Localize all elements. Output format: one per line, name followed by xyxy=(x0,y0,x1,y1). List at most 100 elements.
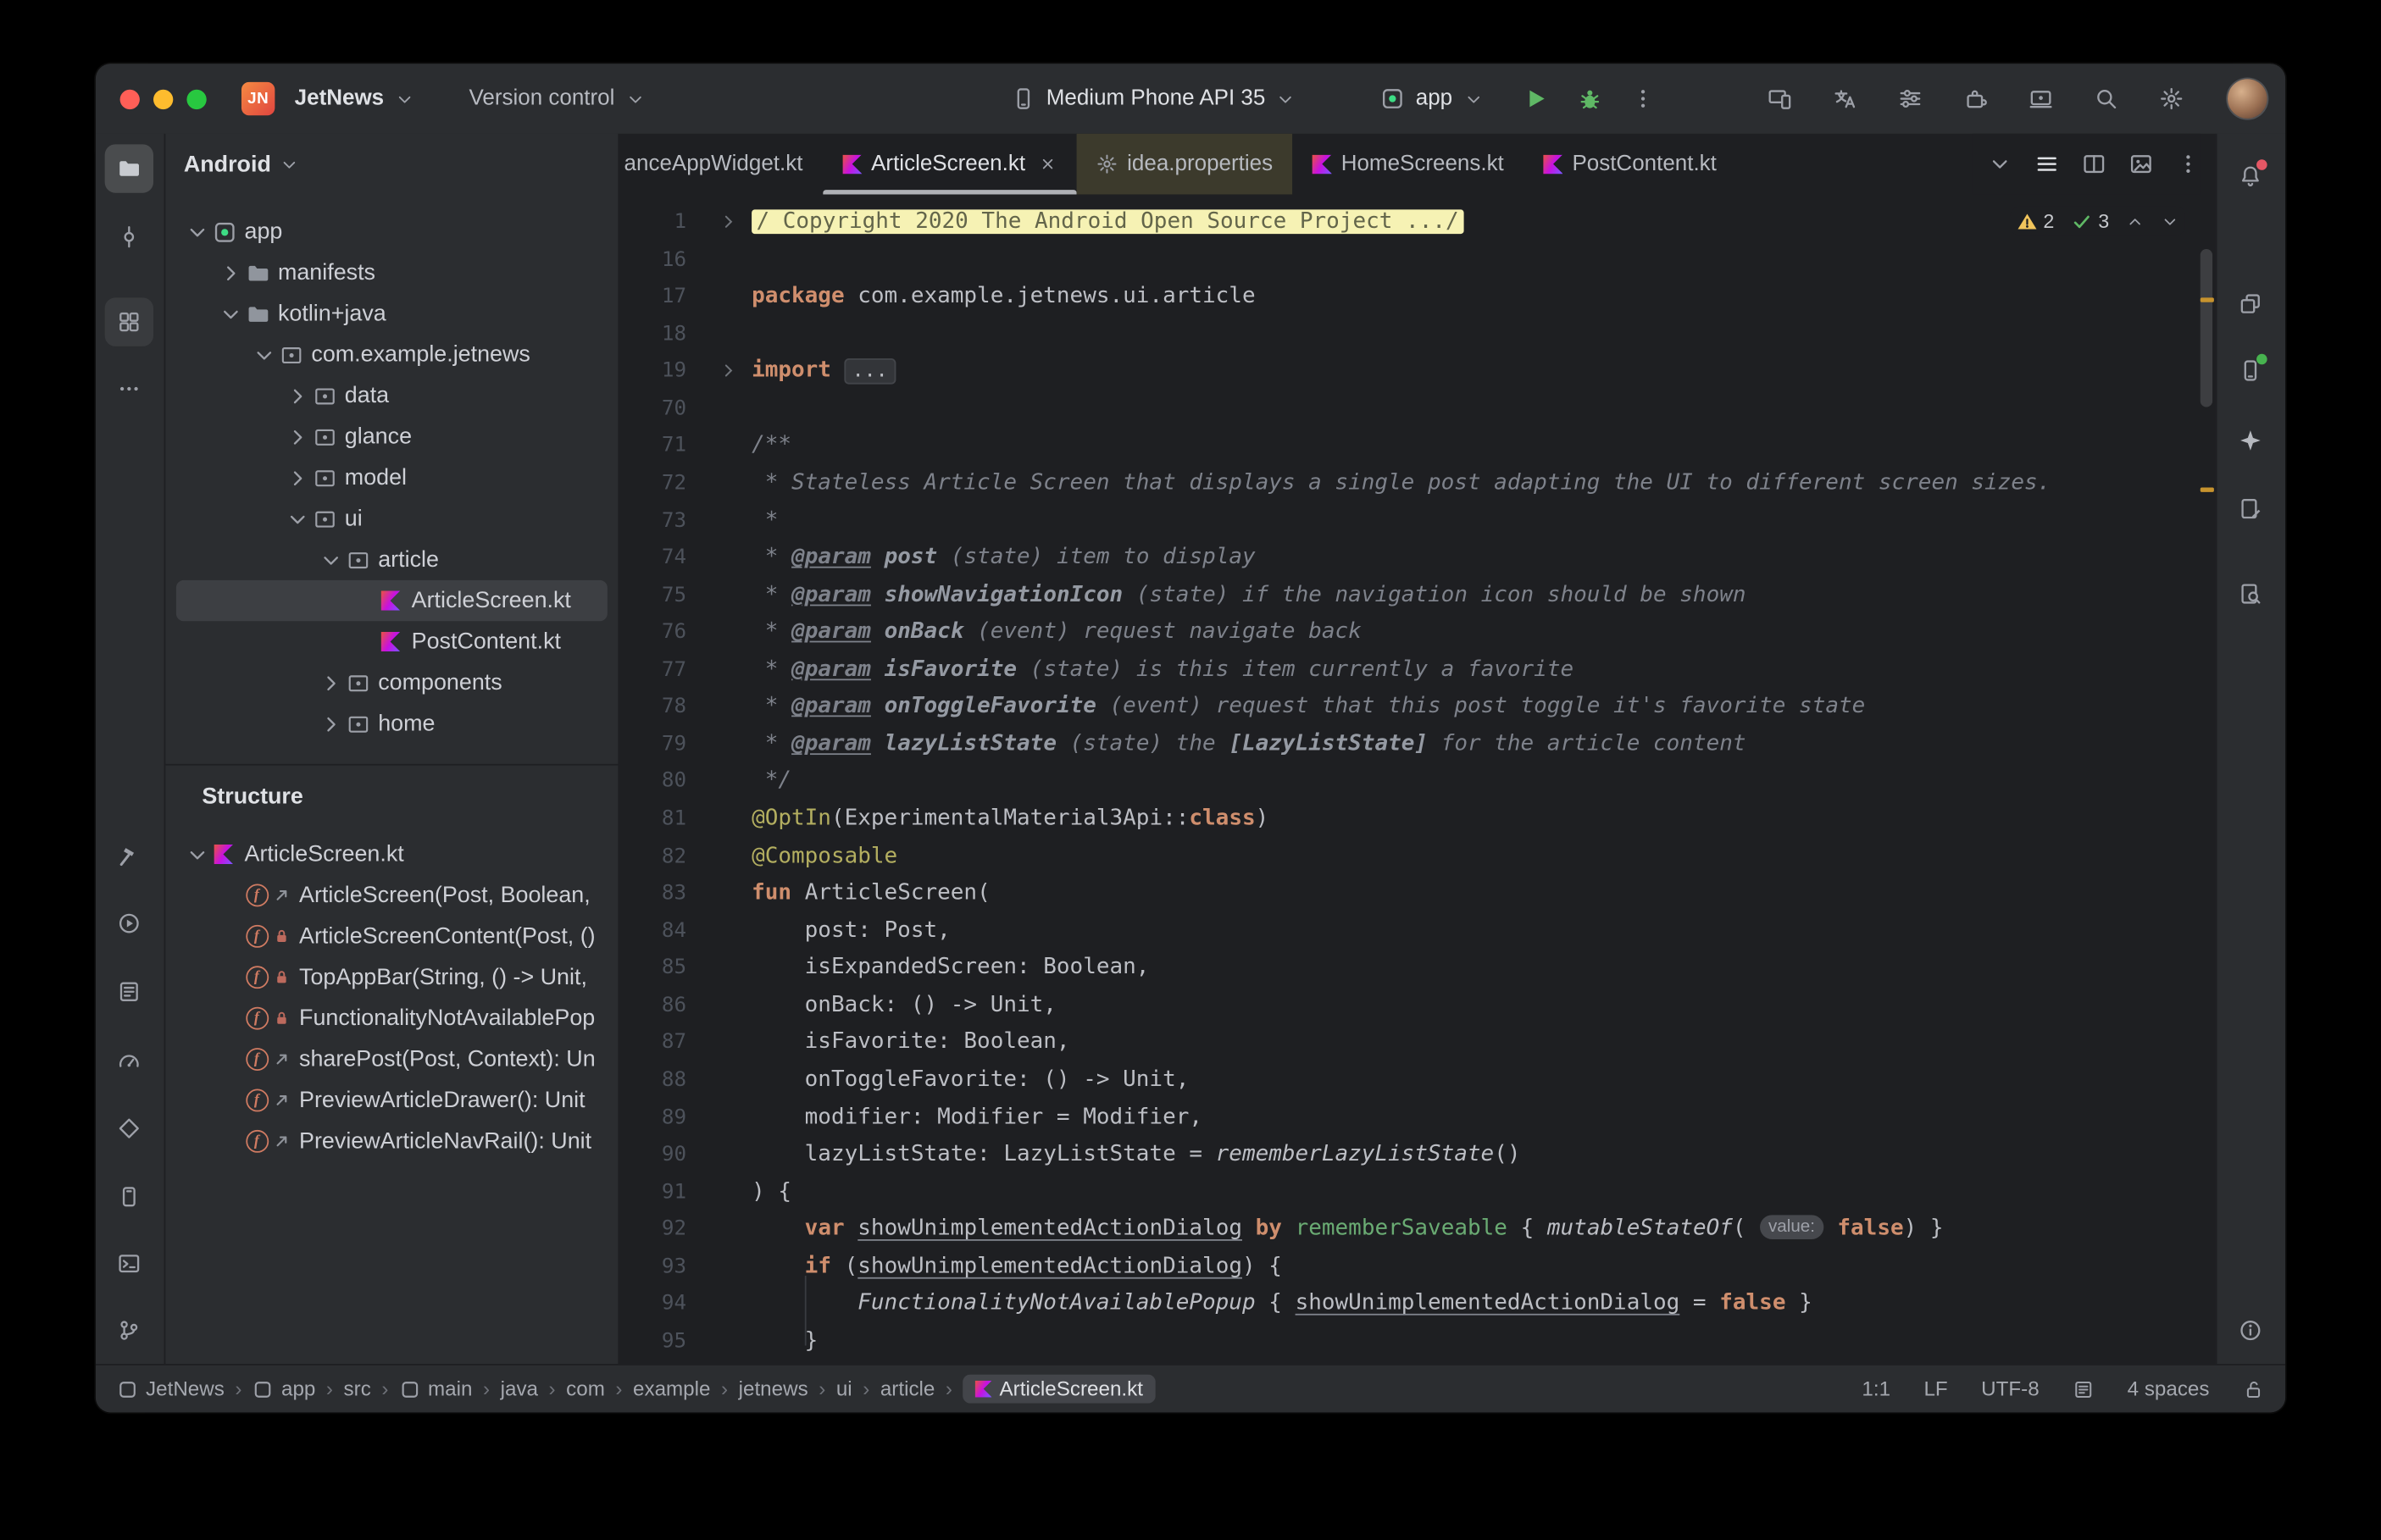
chevron-right-icon[interactable] xyxy=(219,260,243,285)
notifications-icon[interactable] xyxy=(2226,152,2274,200)
build-icon[interactable] xyxy=(105,833,153,881)
zoom-window-button[interactable] xyxy=(186,88,207,109)
caret-position[interactable]: 1:1 xyxy=(1862,1377,1890,1400)
breadcrumb-item[interactable]: com xyxy=(566,1377,605,1400)
plugins-icon[interactable] xyxy=(1963,86,1988,111)
line-ending[interactable]: LF xyxy=(1923,1377,1947,1400)
logcat-icon[interactable] xyxy=(105,967,153,1016)
warnings-count[interactable]: 2 xyxy=(2016,209,2054,232)
encoding[interactable]: UTF-8 xyxy=(1981,1377,2040,1400)
breadcrumb-item[interactable]: ArticleScreen.kt xyxy=(963,1374,1156,1404)
tree-row-manifests[interactable]: manifests xyxy=(176,252,608,293)
warning-stripe-mark[interactable] xyxy=(2200,297,2214,302)
structure-row[interactable]: ArticleScreen.kt xyxy=(176,834,608,874)
tree-row-articlescreen-kt[interactable]: ArticleScreen.kt xyxy=(175,579,608,622)
project-icon[interactable] xyxy=(104,144,154,193)
editor-scrollbar[interactable] xyxy=(2200,249,2213,407)
chevron-right-icon[interactable] xyxy=(286,424,310,449)
hidden-tabs-icon[interactable] xyxy=(1988,152,2012,176)
tree-row-article[interactable]: article xyxy=(176,539,608,579)
gemini-icon[interactable] xyxy=(2226,416,2274,464)
run-tool-icon[interactable] xyxy=(105,899,153,947)
editor-tab[interactable]: anceAppWidget.kt xyxy=(619,134,823,195)
device-selector[interactable]: Medium Phone API 35 xyxy=(1001,80,1307,117)
avatar[interactable] xyxy=(2228,79,2267,119)
editor-tab[interactable]: ArticleScreen.kt xyxy=(822,134,1077,195)
filters-icon[interactable] xyxy=(1898,86,1923,111)
breadcrumb-item[interactable]: example xyxy=(633,1377,710,1400)
structure-row[interactable]: f FunctionalityNotAvailablePop xyxy=(176,998,608,1039)
insights-icon[interactable] xyxy=(105,1104,153,1152)
terminal-icon[interactable] xyxy=(105,1239,153,1288)
git-icon[interactable] xyxy=(105,1306,153,1354)
editor-menu-icon[interactable] xyxy=(2176,152,2201,176)
settings-icon[interactable] xyxy=(2159,86,2184,111)
passed-count[interactable]: 3 xyxy=(2071,209,2109,232)
tree-row-components[interactable]: components xyxy=(176,662,608,703)
structure-row[interactable]: f PreviewArticleDrawer(): Unit xyxy=(176,1080,608,1121)
vcs-widget[interactable]: Version control xyxy=(458,80,656,117)
running-devices-icon[interactable] xyxy=(2226,346,2274,395)
search-icon[interactable] xyxy=(2094,86,2118,111)
project-widget[interactable]: JetNews xyxy=(284,80,425,117)
breadcrumb-item[interactable]: src xyxy=(344,1377,371,1400)
close-window-button[interactable] xyxy=(119,88,140,109)
split-editor-icon[interactable] xyxy=(2082,152,2106,176)
chevron-down-icon[interactable] xyxy=(319,547,343,572)
editor[interactable]: 1/ Copyright 2020 The Android Open Sourc… xyxy=(619,194,2215,1364)
tree-row-com-example-jetnews[interactable]: com.example.jetnews xyxy=(176,334,608,374)
chevron-right-icon[interactable] xyxy=(286,384,310,408)
chevron-right-icon[interactable] xyxy=(286,466,310,490)
debug-button[interactable] xyxy=(1575,85,1602,112)
breadcrumb-item[interactable]: main xyxy=(399,1377,472,1400)
device-manager-icon[interactable] xyxy=(1768,86,1792,111)
remote-dev-icon[interactable] xyxy=(2029,86,2053,111)
lock-icon[interactable] xyxy=(2243,1378,2264,1399)
chevron-right-icon[interactable] xyxy=(319,712,343,736)
app-inspection-icon[interactable] xyxy=(2226,569,2274,618)
run-button[interactable] xyxy=(1521,85,1548,112)
tree-row-postcontent-kt[interactable]: PostContent.kt xyxy=(176,621,608,662)
open-files-icon[interactable] xyxy=(2034,152,2059,176)
breadcrumb-item[interactable]: ui xyxy=(836,1377,852,1400)
problems-icon[interactable] xyxy=(2226,1306,2274,1354)
chevron-down-icon[interactable] xyxy=(186,219,210,244)
inspections-widget[interactable]: 2 3 xyxy=(2009,206,2185,235)
structure-row[interactable]: f ArticleScreen(Post, Boolean, xyxy=(176,875,608,916)
profiler-icon[interactable] xyxy=(105,1036,153,1084)
fold-chevron-icon[interactable] xyxy=(719,213,738,231)
editor-tab[interactable]: PostContent.kt xyxy=(1524,134,1736,195)
breadcrumb-item[interactable]: app xyxy=(253,1377,315,1400)
prev-problem-icon[interactable] xyxy=(2126,212,2145,230)
reader-mode-icon[interactable] xyxy=(2073,1378,2094,1399)
warning-stripe-mark[interactable] xyxy=(2200,487,2214,492)
preview-icon[interactable] xyxy=(2129,152,2154,176)
more-icon[interactable] xyxy=(105,364,153,413)
breadcrumb-item[interactable]: java xyxy=(501,1377,538,1400)
tree-row-app[interactable]: app xyxy=(176,211,608,252)
minimize-window-button[interactable] xyxy=(153,88,174,109)
breadcrumb-item[interactable]: article xyxy=(880,1377,935,1400)
next-problem-icon[interactable] xyxy=(2161,212,2179,230)
structure-row[interactable]: f PreviewArticleNavRail(): Unit xyxy=(176,1121,608,1161)
emulator-icon[interactable] xyxy=(105,1172,153,1221)
translate-icon[interactable] xyxy=(1833,86,1857,111)
indent-setting[interactable]: 4 spaces xyxy=(2128,1377,2210,1400)
tree-row-glance[interactable]: glance xyxy=(176,416,608,457)
tree-row-home[interactable]: home xyxy=(176,703,608,744)
tree-row-kotlin-java[interactable]: kotlin+java xyxy=(176,293,608,334)
chevron-down-icon[interactable] xyxy=(252,342,276,367)
breadcrumb-item[interactable]: jetnews xyxy=(739,1377,808,1400)
chevron-down-icon[interactable] xyxy=(286,507,310,531)
tree-row-model[interactable]: model xyxy=(176,457,608,498)
tree-row-ui[interactable]: ui xyxy=(176,498,608,539)
fold-chevron-icon[interactable] xyxy=(719,362,738,380)
chevron-down-icon[interactable] xyxy=(219,302,243,326)
structure-row[interactable]: f sharePost(Post, Context): Un xyxy=(176,1039,608,1079)
chevron-down-icon[interactable] xyxy=(186,842,210,867)
project-view-mode-selector[interactable]: Android xyxy=(165,134,618,195)
structure-row[interactable]: f ArticleScreenContent(Post, () xyxy=(176,916,608,956)
tree-row-data[interactable]: data xyxy=(176,375,608,416)
run-configuration[interactable]: app xyxy=(1370,80,1494,117)
live-edit-icon[interactable] xyxy=(2226,485,2274,533)
